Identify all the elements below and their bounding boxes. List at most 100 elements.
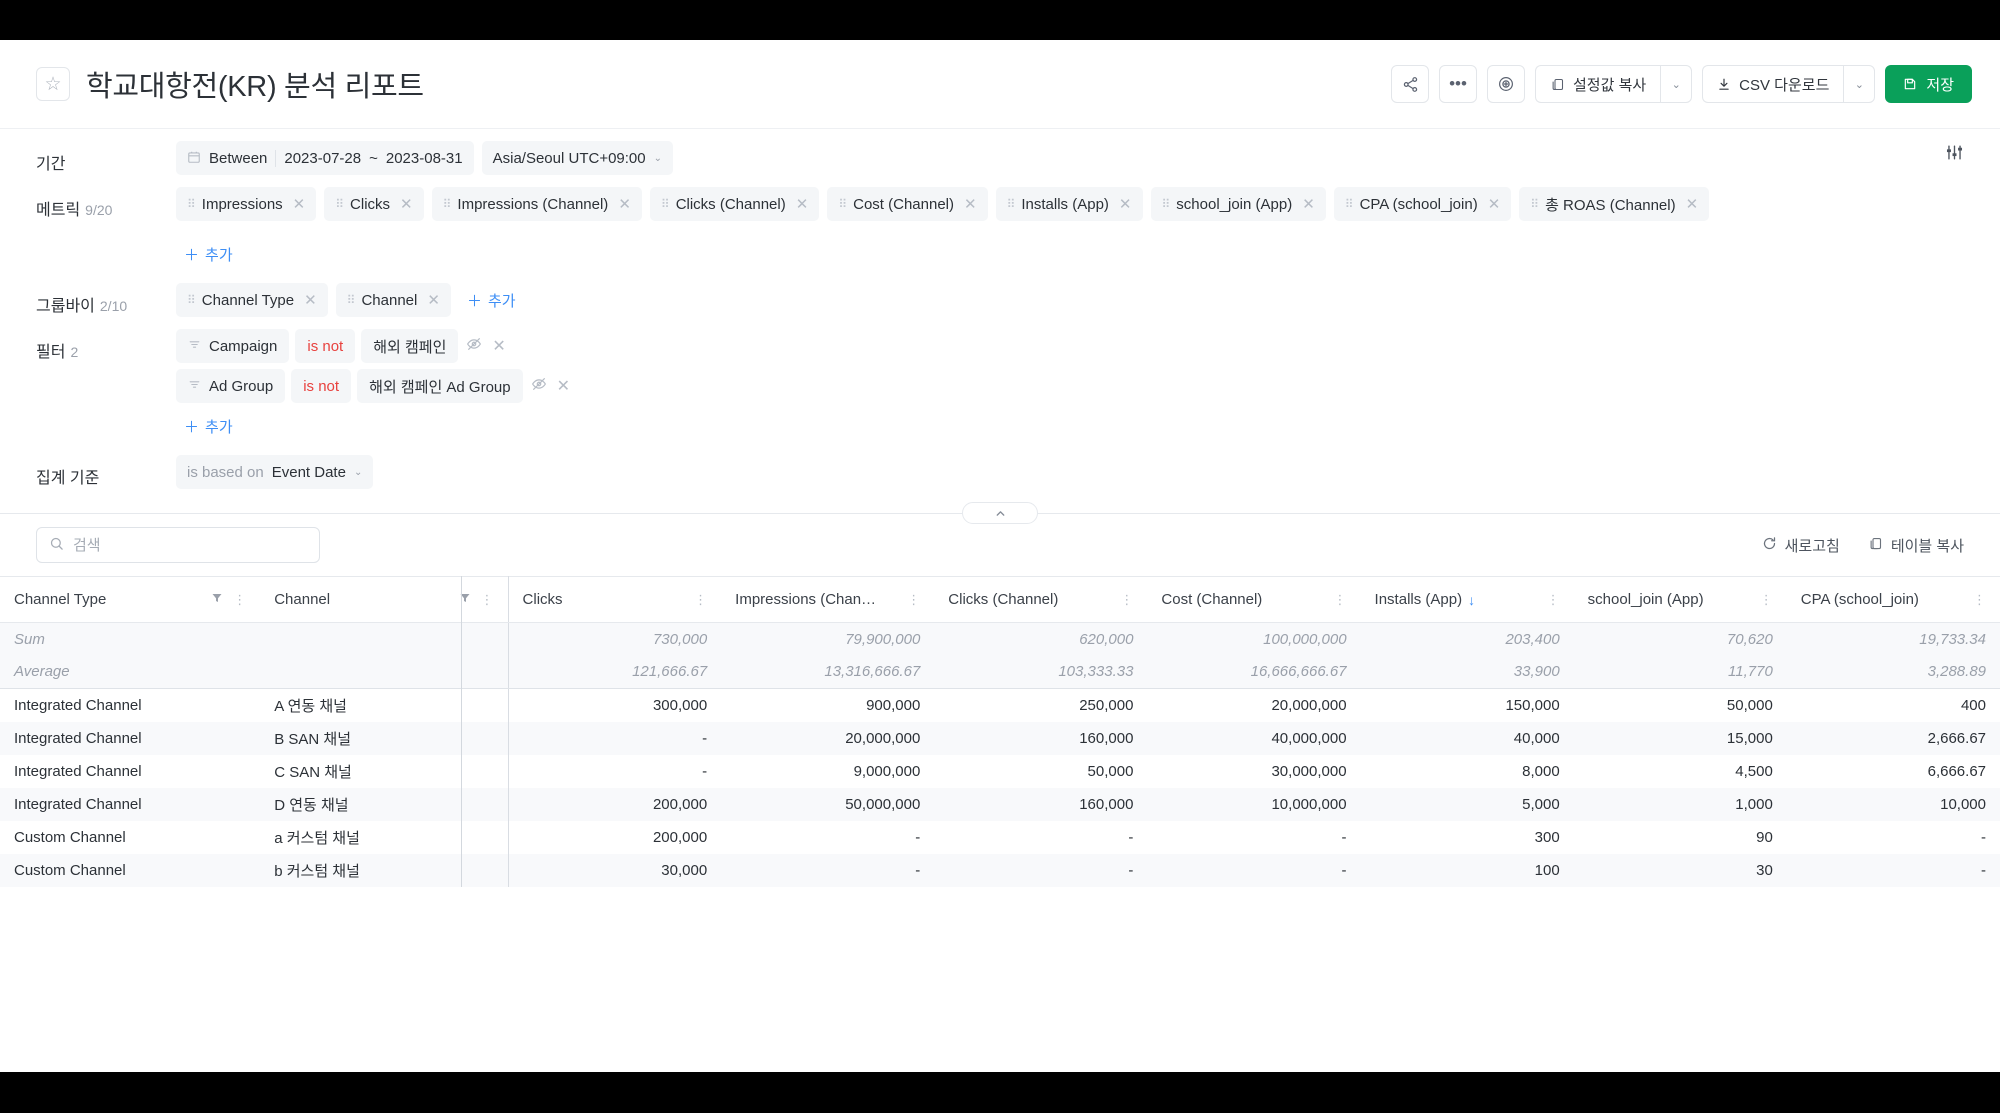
- column-settings-icon[interactable]: [1945, 143, 1964, 167]
- save-button[interactable]: 저장: [1885, 65, 1972, 103]
- column-header-installs-app[interactable]: Installs (App) ↓ ⋮: [1360, 576, 1574, 623]
- column-menu-icon[interactable]: ⋮: [1760, 592, 1773, 608]
- drag-handle-icon[interactable]: ⠿: [1530, 197, 1539, 211]
- column-menu-icon[interactable]: ⋮: [907, 592, 920, 608]
- copy-settings-button[interactable]: 설정값 복사: [1535, 65, 1661, 103]
- remove-chip-icon[interactable]: ✕: [304, 291, 317, 309]
- metric-add-button[interactable]: ＋ 추가: [176, 237, 241, 271]
- column-header-channel[interactable]: Channel ⋮: [260, 576, 509, 623]
- remove-chip-icon[interactable]: ✕: [1488, 195, 1501, 213]
- timezone-select[interactable]: Asia/Seoul UTC+09:00 ⌄: [481, 141, 674, 175]
- favorite-star-icon[interactable]: ☆: [36, 67, 70, 101]
- column-header-cpa-school-join[interactable]: CPA (school_join) ⋮: [1786, 576, 2000, 623]
- metric-chip[interactable]: ⠿ Impressions ✕: [176, 187, 317, 221]
- drag-handle-icon[interactable]: ⠿: [347, 293, 356, 307]
- metric-chip[interactable]: ⠿ Impressions (Channel) ✕: [431, 187, 642, 221]
- date-range-picker[interactable]: Between 2023-07-28 ~ 2023-08-31: [176, 141, 474, 175]
- table-row[interactable]: Integrated Channel A 연동 채널 300,000 900,000 2…: [0, 688, 2000, 722]
- table-row[interactable]: Integrated Channel D 연동 채널 200,000 50,000,0…: [0, 787, 2000, 821]
- drag-handle-icon[interactable]: ⠿: [1007, 197, 1016, 211]
- groupby-label: 그룹바이 2/10: [36, 283, 176, 316]
- copy-table-button[interactable]: 테이블 복사: [1868, 535, 1964, 556]
- search-box[interactable]: [36, 527, 320, 563]
- metric-chip[interactable]: ⠿ school_join (App) ✕: [1150, 187, 1326, 221]
- search-input[interactable]: [73, 536, 307, 554]
- remove-chip-icon[interactable]: ✕: [400, 195, 413, 213]
- drag-handle-icon[interactable]: ⠿: [335, 197, 344, 211]
- remove-filter-icon[interactable]: ✕: [555, 376, 572, 396]
- filter-operator-chip[interactable]: is not: [291, 369, 352, 403]
- column-menu-icon[interactable]: ⋮: [233, 592, 246, 608]
- metric-chip[interactable]: ⠿ Cost (Channel) ✕: [827, 187, 988, 221]
- column-filter-icon[interactable]: [211, 592, 223, 607]
- metric-chip[interactable]: ⠿ Clicks ✕: [324, 187, 424, 221]
- aggregation-select[interactable]: is based on Event Date ⌄: [176, 455, 374, 489]
- sort-descending-icon[interactable]: ↓: [1468, 592, 1475, 608]
- table-row[interactable]: Custom Channel a 커스텀 채널 200,000- - -300 90-: [0, 820, 2000, 854]
- metric-chip[interactable]: ⠿ 총 ROAS (Channel) ✕: [1519, 187, 1710, 221]
- remove-chip-icon[interactable]: ✕: [1119, 195, 1132, 213]
- drag-handle-icon[interactable]: ⠿: [1345, 197, 1354, 211]
- drag-handle-icon[interactable]: ⠿: [661, 197, 670, 211]
- column-header-impressions-chan[interactable]: Impressions (Chan… ⋮: [721, 576, 935, 623]
- drag-handle-icon[interactable]: ⠿: [1162, 197, 1171, 211]
- column-menu-icon[interactable]: ⋮: [1547, 592, 1560, 608]
- drag-handle-icon[interactable]: ⠿: [187, 197, 196, 211]
- refresh-button[interactable]: 새로고침: [1762, 535, 1840, 556]
- hide-filter-eye-icon[interactable]: [529, 376, 549, 397]
- column-menu-icon[interactable]: ⋮: [694, 592, 707, 608]
- groupby-add-button[interactable]: ＋ 추가: [459, 283, 524, 317]
- remove-chip-icon[interactable]: ✕: [796, 195, 809, 213]
- report-page: ☆ 학교대항전(KR) 분석 리포트 ••• 설정값 복사 ⌄ CSV 다운로드…: [0, 40, 2000, 1072]
- filter-operator-chip[interactable]: is not: [295, 329, 356, 363]
- table-row[interactable]: Custom Channel b 커스텀 채널 30,000- - -100 30-: [0, 853, 2000, 887]
- remove-chip-icon[interactable]: ✕: [293, 195, 306, 213]
- plus-icon: ＋: [184, 246, 200, 264]
- ellipsis-icon[interactable]: •••: [1439, 65, 1477, 103]
- metric-chip-label: Impressions: [201, 195, 283, 213]
- target-icon[interactable]: [1487, 65, 1525, 103]
- copy-settings-caret-icon[interactable]: ⌄: [1660, 65, 1693, 103]
- column-header-school-join-app[interactable]: school_join (App) ⋮: [1573, 576, 1787, 623]
- remove-chip-icon[interactable]: ✕: [1686, 195, 1699, 213]
- column-menu-icon[interactable]: ⋮: [1120, 592, 1133, 608]
- groupby-chip[interactable]: ⠿ Channel Type ✕: [176, 283, 328, 317]
- share-icon[interactable]: [1391, 65, 1429, 103]
- metric-chip[interactable]: ⠿ Installs (App) ✕: [995, 187, 1143, 221]
- drag-handle-icon[interactable]: ⠿: [187, 293, 196, 307]
- filter-field-chip[interactable]: Campaign: [176, 329, 290, 363]
- column-header-cost-channel[interactable]: Cost (Channel) ⋮: [1147, 576, 1361, 623]
- config-row-period: 기간 Between 2023-07-28 ~ 2023-08-31 Asia/…: [36, 135, 1964, 181]
- filter-value-chip[interactable]: 해외 캠페인: [361, 329, 459, 363]
- cell-channel-type: Integrated Channel: [0, 754, 261, 788]
- drag-handle-icon[interactable]: ⠿: [838, 197, 847, 211]
- column-header-channel-type[interactable]: Channel Type ⋮: [0, 576, 261, 623]
- column-filter-icon[interactable]: [459, 592, 471, 607]
- filter-value-chip[interactable]: 해외 캠페인 Ad Group: [357, 369, 523, 403]
- groupby-chip[interactable]: ⠿ Channel ✕: [335, 283, 451, 317]
- drag-handle-icon[interactable]: ⠿: [443, 197, 452, 211]
- column-menu-icon[interactable]: ⋮: [1973, 592, 1986, 608]
- summary-cell: 203,400: [1360, 622, 1574, 656]
- table-row[interactable]: Integrated Channel B SAN 채널 -20,000,000 160…: [0, 721, 2000, 755]
- hide-filter-eye-icon[interactable]: [464, 336, 484, 357]
- column-menu-icon[interactable]: ⋮: [1334, 592, 1347, 608]
- filter-field-chip[interactable]: Ad Group: [176, 369, 286, 403]
- remove-chip-icon[interactable]: ✕: [618, 195, 631, 213]
- filter-add-button[interactable]: ＋ 추가: [176, 409, 241, 443]
- filters-count: 2: [70, 344, 79, 360]
- csv-download-caret-icon[interactable]: ⌄: [1843, 65, 1876, 103]
- remove-chip-icon[interactable]: ✕: [964, 195, 977, 213]
- column-menu-icon[interactable]: ⋮: [481, 592, 494, 608]
- column-header-clicks-channel[interactable]: Clicks (Channel) ⋮: [934, 576, 1148, 623]
- table-row[interactable]: Integrated Channel C SAN 채널 -9,000,000 50,0…: [0, 754, 2000, 788]
- collapse-config-panel-button[interactable]: [962, 502, 1038, 524]
- remove-chip-icon[interactable]: ✕: [1302, 195, 1315, 213]
- metric-chip[interactable]: ⠿ Clicks (Channel) ✕: [649, 187, 820, 221]
- remove-chip-icon[interactable]: ✕: [427, 291, 440, 309]
- remove-filter-icon[interactable]: ✕: [490, 336, 507, 356]
- metric-chip[interactable]: ⠿ CPA (school_join) ✕: [1333, 187, 1512, 221]
- column-header-clicks[interactable]: Clicks ⋮: [508, 576, 722, 623]
- summary-cell: 3,288.89: [1786, 655, 2000, 689]
- csv-download-button[interactable]: CSV 다운로드: [1702, 65, 1844, 103]
